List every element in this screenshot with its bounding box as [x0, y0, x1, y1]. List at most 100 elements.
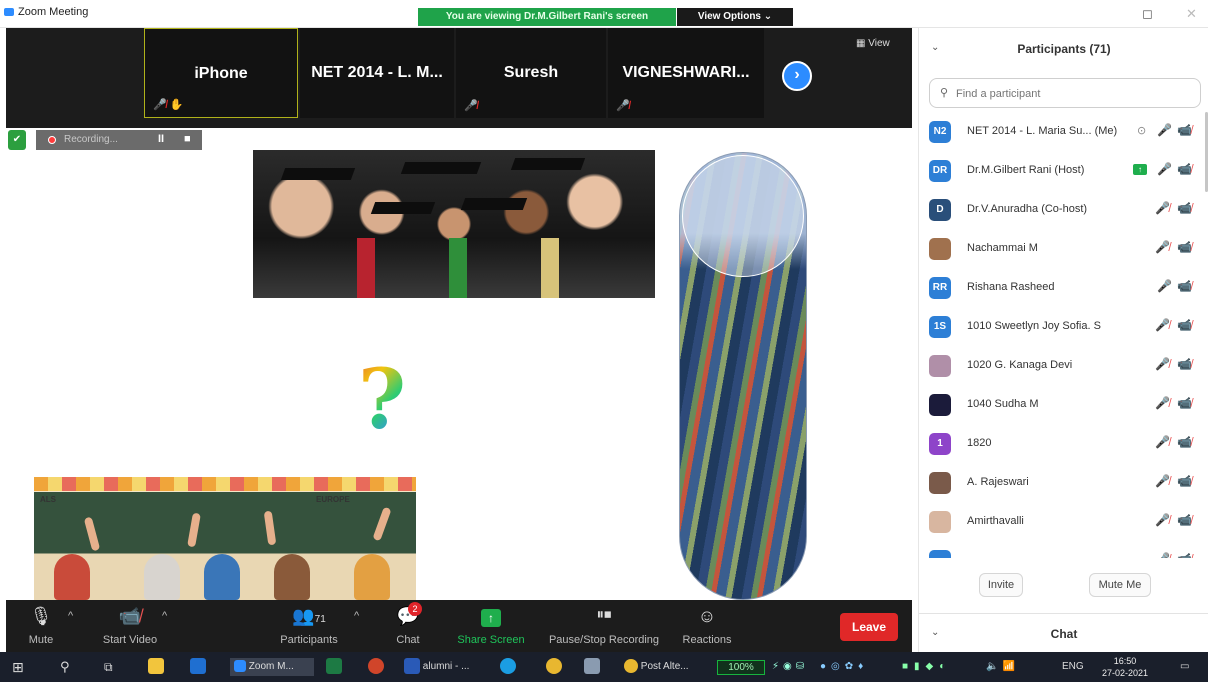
- participants-label: Participants: [280, 634, 338, 646]
- participant-row[interactable]: RR Rishana Rasheed 🎤 📹̸: [919, 268, 1205, 307]
- participants-count: 71: [314, 614, 326, 625]
- windows-taskbar: ⊞ ⚲ ⧉ Zoom M... alumni - ... Post Alte..…: [0, 652, 1208, 682]
- participant-search-input[interactable]: [956, 85, 1186, 103]
- mute-button[interactable]: 🎙 Mute: [16, 600, 66, 652]
- participant-avatar: RR: [929, 277, 951, 299]
- participant-avatar: [929, 472, 951, 494]
- zoom-app-icon: [4, 8, 14, 16]
- volume-network-icons[interactable]: 🔈📶: [986, 658, 1019, 676]
- powerpoint-icon[interactable]: [368, 658, 384, 676]
- taskbar-clock[interactable]: 16:50 27-02-2021: [1096, 655, 1154, 679]
- participant-name: Nachammai M: [967, 242, 1038, 254]
- participant-avatar: DR: [929, 160, 951, 182]
- pause-stop-recording-button[interactable]: ⏸⏹ Pause/Stop Recording: [542, 600, 666, 652]
- chrome-icon[interactable]: [546, 658, 562, 676]
- taskbar-word-document[interactable]: alumni - ...: [404, 658, 469, 676]
- invite-button[interactable]: Invite: [979, 573, 1023, 597]
- video-off-icon: 📹̸: [1177, 279, 1192, 293]
- participant-row[interactable]: 1040 Sudha M 🎤̸ 📹̸: [919, 385, 1205, 424]
- pause-recording-button[interactable]: II: [158, 133, 164, 145]
- taskbar-chrome-tab[interactable]: Post Alte...: [624, 658, 689, 676]
- participant-avatar: [929, 550, 951, 558]
- thumbnail-suresh[interactable]: Suresh 🎤̸: [456, 28, 606, 118]
- options-icon[interactable]: ⊙: [1137, 124, 1146, 137]
- leave-button[interactable]: Leave: [840, 613, 898, 641]
- video-off-icon: 📹̸: [1177, 318, 1192, 332]
- view-layout-button[interactable]: ▦ View: [856, 38, 890, 49]
- tray-status-icons[interactable]: ■▮◆◐: [902, 658, 951, 676]
- participant-name: NET 2014 - L. Maria Su... (Me): [967, 125, 1118, 137]
- chat-panel-title: Chat: [1050, 627, 1078, 641]
- start-video-button[interactable]: 📹̸ Start Video: [94, 600, 166, 652]
- taskbar-zoom-meeting[interactable]: Zoom M...: [230, 658, 314, 676]
- recording-bar: Recording... II ■: [36, 130, 202, 150]
- thumbnail-name: iPhone: [194, 65, 248, 82]
- participant-row[interactable]: Amirthavalli 🎤̸ 📹̸: [919, 502, 1205, 541]
- clock-time: 16:50: [1113, 656, 1137, 666]
- language-indicator[interactable]: ENG: [1062, 658, 1084, 676]
- mute-me-button[interactable]: Mute Me: [1089, 573, 1151, 597]
- chat-unread-badge: 2: [408, 602, 422, 616]
- participant-row[interactable]: 1 1820 🎤̸ 📹̸: [919, 424, 1205, 463]
- viewing-screen-banner: You are viewing Dr.M.Gilbert Rani's scre…: [418, 8, 676, 26]
- file-explorer-icon[interactable]: [148, 658, 164, 676]
- recording-dot-icon: [48, 136, 56, 144]
- participant-row[interactable]: A. Rajeswari 🎤̸ 📹̸: [919, 463, 1205, 502]
- outlook-icon[interactable]: [190, 658, 206, 676]
- participant-row[interactable]: 1020 G. Kanaga Devi 🎤̸ 📹̸: [919, 346, 1205, 385]
- mic-muted-icon: 🎤̸: [616, 100, 630, 112]
- participants-button[interactable]: 👥71 Participants: [274, 600, 344, 652]
- participant-row[interactable]: DR Dr.M.Gilbert Rani (Host) ↑ 🎤 📹̸: [919, 151, 1205, 190]
- tray-app-icons[interactable]: ●◎✿♦: [820, 658, 868, 676]
- mic-muted-icon: 🎤̸: [1155, 357, 1170, 371]
- pause-stop-recording-label: Pause/Stop Recording: [548, 634, 660, 646]
- shared-screen: ? ALS EUROPE: [6, 150, 912, 600]
- notifications-icon[interactable]: ▭: [1180, 658, 1189, 676]
- video-off-icon: 📹̸: [1177, 240, 1192, 254]
- participant-row[interactable]: 1S 1010 Sweetlyn Joy Sofia. S 🎤̸ 📹̸: [919, 307, 1205, 346]
- security-shield-icon[interactable]: ✔: [8, 130, 26, 150]
- excel-icon[interactable]: [326, 658, 342, 676]
- participant-name: Dr.V.Anuradha (Co-host): [967, 203, 1088, 215]
- mic-muted-icon: 🎤̸: [1155, 474, 1170, 488]
- chat-panel-header: ⌄ Chat: [919, 613, 1208, 651]
- participant-row[interactable]: D Dr.V.Anuradha (Co-host) 🎤̸ 📹̸: [919, 190, 1205, 229]
- participant-row[interactable]: Nachammai M 🎤̸ 📹̸: [919, 229, 1205, 268]
- video-off-icon: 📹̸: [1177, 123, 1192, 137]
- classroom-label-left: ALS: [40, 495, 56, 504]
- recording-label: Recording...: [64, 134, 118, 145]
- participant-row[interactable]: 🎤̸ 📹̸: [919, 541, 1205, 558]
- next-page-button[interactable]: ›: [782, 61, 812, 91]
- search-icon[interactable]: ⚲: [60, 658, 70, 676]
- task-view-icon[interactable]: ⧉: [104, 658, 113, 676]
- zoom-level-indicator: 100%: [717, 660, 765, 675]
- view-options-button[interactable]: View Options ⌄: [677, 8, 793, 26]
- participant-name: Rishana Rasheed: [967, 281, 1055, 293]
- participant-row[interactable]: N2 NET 2014 - L. Maria Su... (Me) ⊙ 🎤 📹̸: [919, 112, 1205, 151]
- pause-stop-icon: ⏸⏹: [596, 606, 612, 623]
- video-off-icon: 📹̸: [1177, 162, 1192, 176]
- participant-name: Dr.M.Gilbert Rani (Host): [967, 164, 1085, 176]
- reactions-button[interactable]: ☺ Reactions: [676, 600, 738, 652]
- participant-search[interactable]: ⚲: [929, 78, 1201, 108]
- close-icon[interactable]: ✕: [1186, 6, 1197, 22]
- thumbnail-name: VIGNESHWARI...: [622, 64, 750, 81]
- reactions-label: Reactions: [682, 634, 732, 646]
- stop-recording-button[interactable]: ■: [184, 133, 191, 145]
- participant-avatar: [929, 394, 951, 416]
- video-off-icon: 📹̸: [1177, 513, 1192, 527]
- restore-icon[interactable]: ◻: [1142, 6, 1153, 22]
- system-tray-icons[interactable]: ⚡◉⛁: [772, 658, 808, 676]
- search-icon: ⚲: [940, 87, 949, 99]
- graduates-photo: [253, 150, 655, 298]
- thumbnail-vigneshwari[interactable]: VIGNESHWARI... 🎤̸: [608, 28, 764, 118]
- edge-icon[interactable]: [500, 658, 516, 676]
- thumbnail-net2014[interactable]: NET 2014 - L. M...: [300, 28, 454, 118]
- file-manager-icon[interactable]: [584, 658, 600, 676]
- smiley-add-icon: ☺: [697, 606, 717, 626]
- chat-button[interactable]: 💬 2 Chat: [386, 600, 430, 652]
- thumbnail-iphone[interactable]: iPhone 🎤̸ ✋: [144, 28, 298, 118]
- mic-muted-icon: 🎤̸: [1155, 513, 1170, 527]
- share-screen-button[interactable]: ↑ Share Screen: [454, 600, 528, 652]
- windows-start-icon[interactable]: ⊞: [12, 658, 24, 676]
